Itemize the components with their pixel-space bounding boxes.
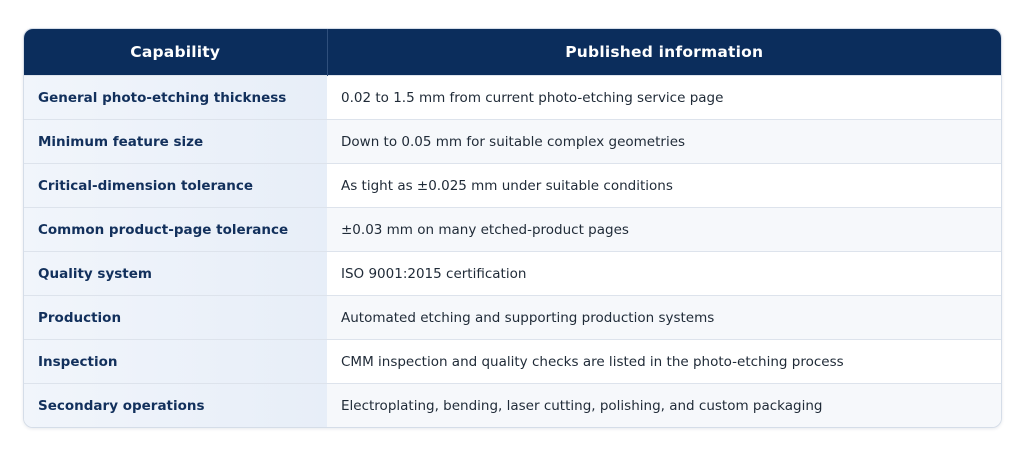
table-row: Common product-page tolerance ±0.03 mm o… (24, 207, 1001, 252)
capability-cell: Common product-page tolerance (24, 207, 327, 252)
capability-cell: General photo-etching thickness (24, 75, 327, 120)
table-row: Minimum feature size Down to 0.05 mm for… (24, 119, 1001, 164)
capability-cell: Production (24, 295, 327, 340)
info-cell: ISO 9001:2015 certification (327, 251, 1001, 296)
header-published-information: Published information (327, 29, 1001, 76)
info-cell: As tight as ±0.025 mm under suitable con… (327, 163, 1001, 208)
info-cell: Automated etching and supporting product… (327, 295, 1001, 340)
table-row: General photo-etching thickness 0.02 to … (24, 75, 1001, 120)
header-row: Capability Published information (24, 29, 1001, 76)
capability-cell: Minimum feature size (24, 119, 327, 164)
table-body: General photo-etching thickness 0.02 to … (24, 75, 1001, 427)
capability-cell: Inspection (24, 339, 327, 384)
capability-table-container: Capability Published information General… (23, 28, 1002, 428)
table-row: Critical-dimension tolerance As tight as… (24, 163, 1001, 208)
table-row: Inspection CMM inspection and quality ch… (24, 339, 1001, 384)
table-row: Secondary operations Electroplating, ben… (24, 383, 1001, 427)
capability-cell: Secondary operations (24, 383, 327, 427)
info-cell: CMM inspection and quality checks are li… (327, 339, 1001, 384)
table-row: Quality system ISO 9001:2015 certificati… (24, 251, 1001, 296)
info-cell: Electroplating, bending, laser cutting, … (327, 383, 1001, 427)
header-capability: Capability (24, 29, 328, 76)
capability-table: Capability Published information General… (24, 29, 1001, 427)
capability-cell: Quality system (24, 251, 327, 296)
table-header: Capability Published information (24, 29, 1001, 76)
table-row: Production Automated etching and support… (24, 295, 1001, 340)
info-cell: Down to 0.05 mm for suitable complex geo… (327, 119, 1001, 164)
info-cell: ±0.03 mm on many etched-product pages (327, 207, 1001, 252)
info-cell: 0.02 to 1.5 mm from current photo-etchin… (327, 75, 1001, 120)
capability-cell: Critical-dimension tolerance (24, 163, 327, 208)
